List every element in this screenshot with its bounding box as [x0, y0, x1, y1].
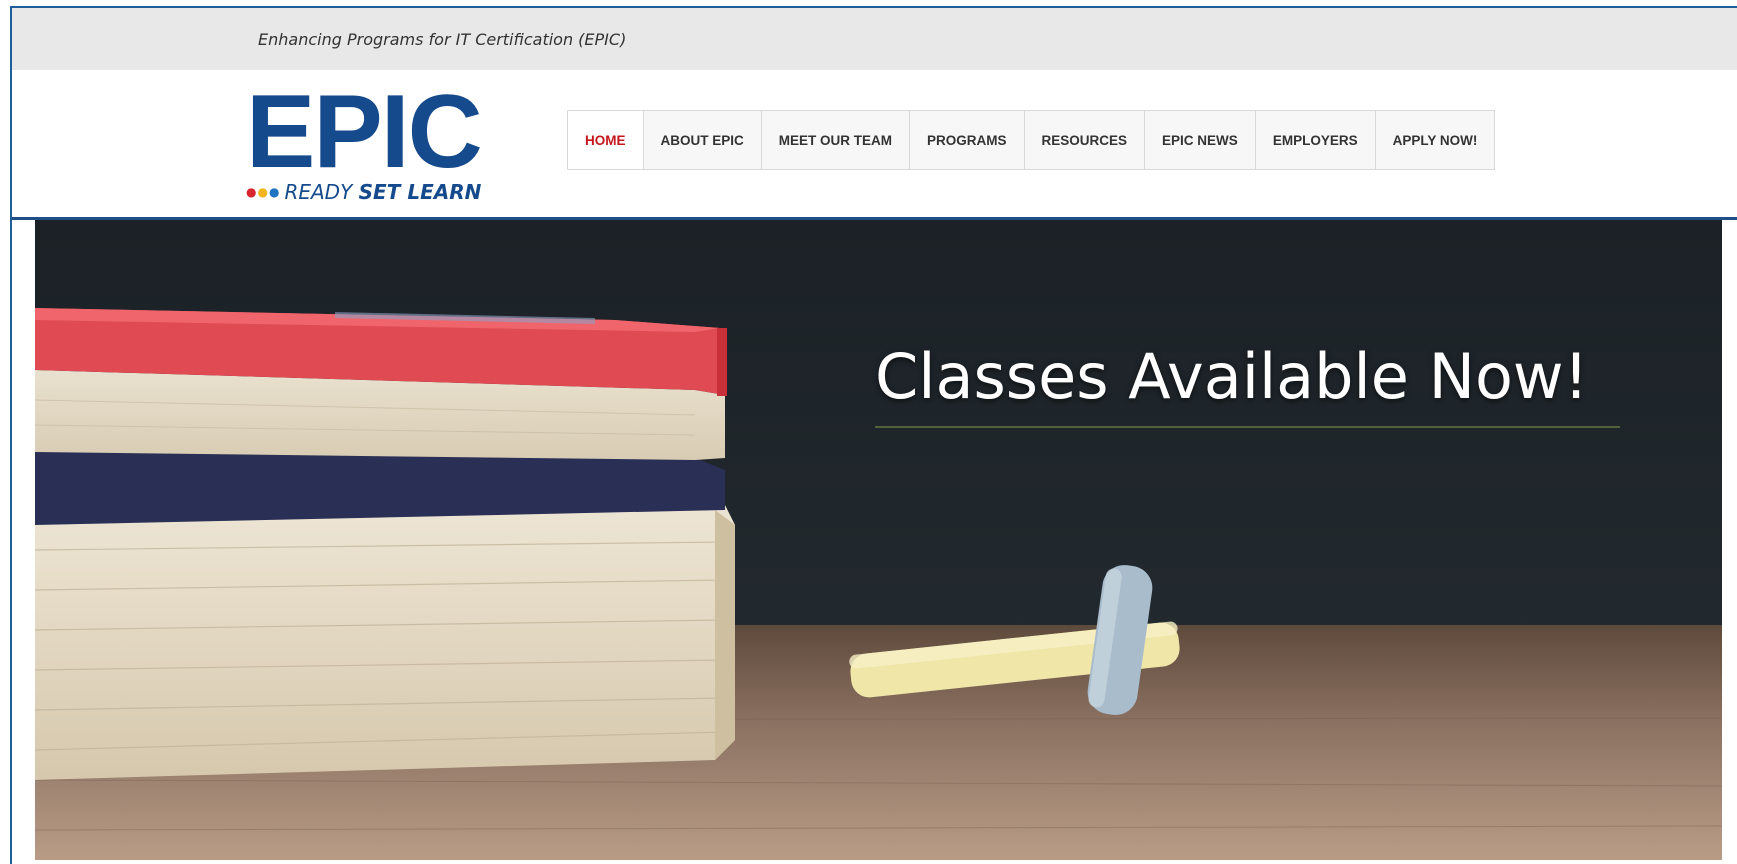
hero-title-underline	[875, 426, 1620, 428]
nav-item-epic-news[interactable]: EPIC NEWS	[1145, 111, 1256, 169]
site-header: EPIC ●●● READY SET LEARN HOME ABOUT EPIC …	[12, 70, 1737, 220]
logo-tag-strong: SET LEARN	[358, 180, 482, 204]
hero-image	[35, 220, 1722, 860]
logo-dots-icon: ●●●	[246, 185, 281, 199]
nav-item-meet-our-team[interactable]: MEET OUR TEAM	[761, 111, 911, 169]
nav-item-programs[interactable]: PROGRAMS	[910, 111, 1025, 169]
site-tagline: Enhancing Programs for IT Certification …	[258, 30, 627, 49]
hero-banner[interactable]: Classes Available Now!	[35, 220, 1722, 860]
logo-tagline: ●●● READY SET LEARN	[246, 180, 481, 204]
bottom-book	[35, 505, 735, 780]
nav-item-employers[interactable]: EMPLOYERS	[1255, 111, 1376, 169]
hero-title: Classes Available Now!	[875, 340, 1589, 413]
nav-item-about-epic[interactable]: ABOUT EPIC	[643, 111, 762, 169]
top-bar: Enhancing Programs for IT Certification …	[12, 8, 1737, 70]
nav-item-home[interactable]: HOME	[568, 111, 644, 169]
logo-tag-plain: READY	[284, 180, 359, 204]
epic-logo[interactable]: EPIC ●●● READY SET LEARN	[246, 74, 486, 208]
nav-item-resources[interactable]: RESOURCES	[1024, 111, 1146, 169]
logo-wordmark: EPIC	[246, 74, 483, 190]
nav-item-apply-now[interactable]: APPLY NOW!	[1375, 111, 1495, 169]
browser-frame: Enhancing Programs for IT Certification …	[10, 6, 1737, 864]
main-nav: HOME ABOUT EPIC MEET OUR TEAM PROGRAMS R…	[567, 110, 1496, 170]
top-book	[35, 308, 727, 525]
